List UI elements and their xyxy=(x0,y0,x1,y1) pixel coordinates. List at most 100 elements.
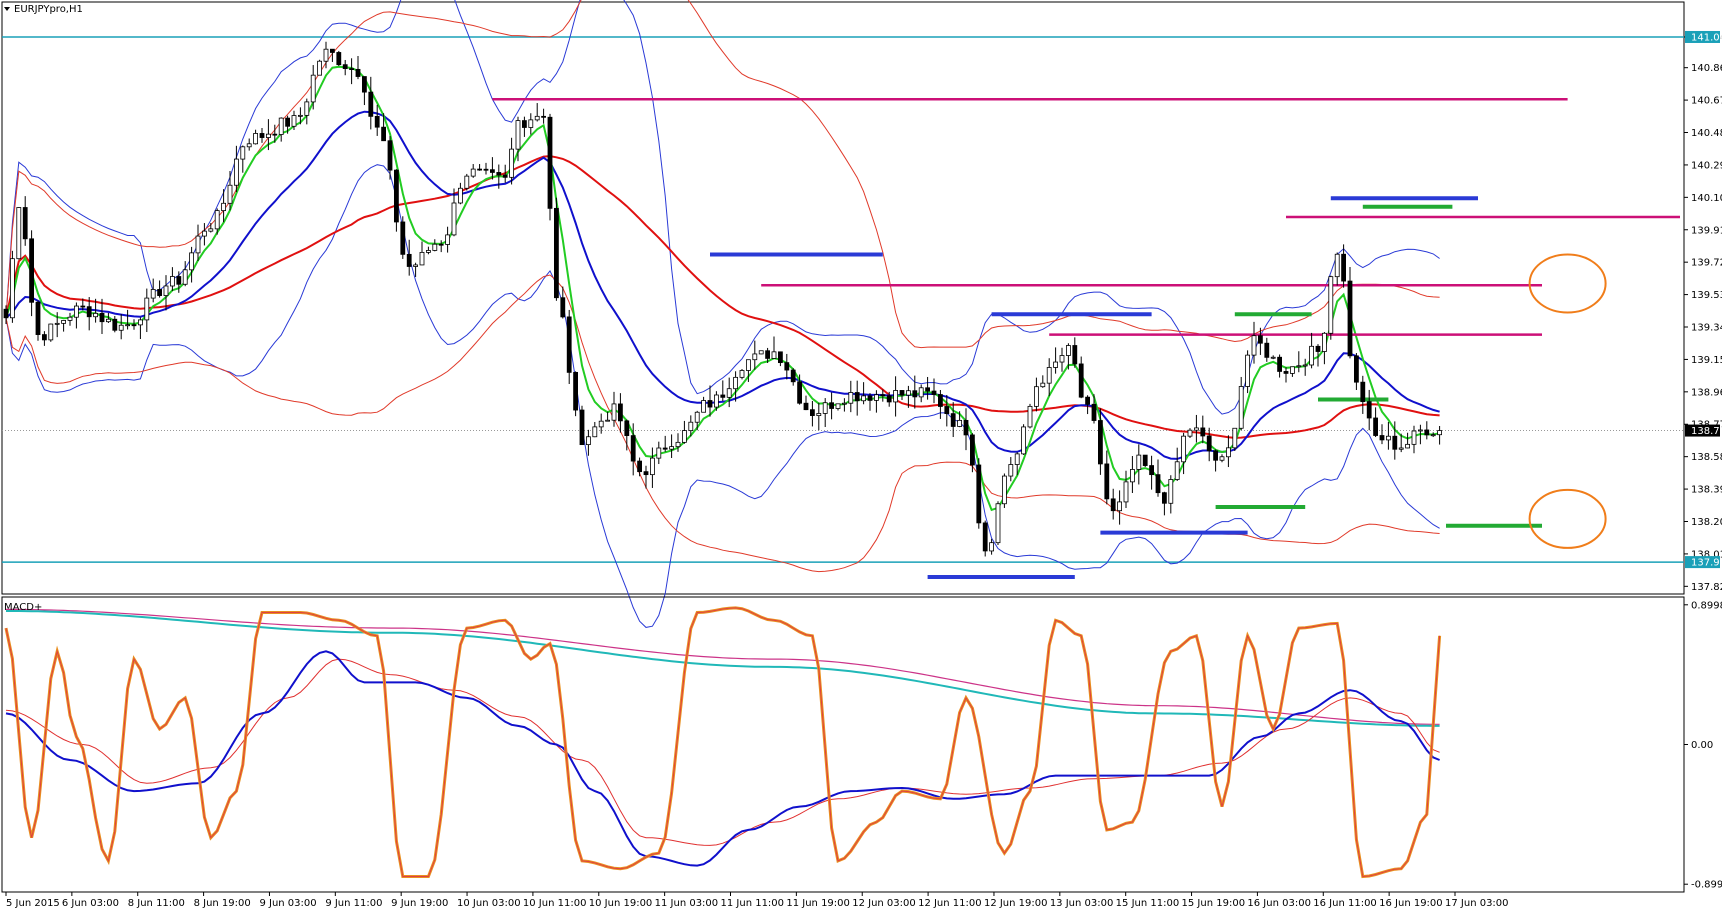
candle xyxy=(1117,490,1122,525)
bb-outer-upper-band xyxy=(5,0,1440,349)
y-tick-label: 139.535 xyxy=(1691,290,1722,301)
macd-slow-magenta-line xyxy=(6,608,1440,725)
candle-body xyxy=(112,318,118,331)
candle xyxy=(1430,432,1436,438)
candle-body xyxy=(944,406,950,415)
candle-body xyxy=(432,243,438,251)
candle xyxy=(778,351,783,367)
candle-body xyxy=(368,91,374,117)
candle xyxy=(1360,375,1366,414)
candle xyxy=(1322,332,1327,365)
candle-body xyxy=(650,457,655,476)
candle-body xyxy=(1430,434,1436,437)
candle xyxy=(1200,415,1206,444)
candle-body xyxy=(393,169,399,223)
candle-body xyxy=(470,168,476,177)
candle-body xyxy=(1322,332,1327,352)
candle xyxy=(1264,337,1270,362)
candle-body xyxy=(201,230,207,237)
y-tick-label: 140.295 xyxy=(1691,160,1722,171)
dropdown-triangle-icon[interactable] xyxy=(4,7,10,11)
candle-body xyxy=(528,119,534,128)
candle-body xyxy=(1200,427,1206,437)
candle-body xyxy=(208,228,214,232)
candle xyxy=(61,319,66,332)
candle-body xyxy=(989,542,994,552)
candle xyxy=(1008,457,1014,482)
candle-body xyxy=(758,350,764,355)
candle xyxy=(541,108,546,124)
candle xyxy=(810,401,815,427)
candle-body xyxy=(726,388,732,398)
candle-body xyxy=(752,353,758,361)
candle xyxy=(822,398,828,427)
candle-body xyxy=(618,403,623,422)
candle xyxy=(425,246,431,255)
candle-body xyxy=(886,395,892,403)
candle-body xyxy=(554,207,559,299)
candle xyxy=(899,390,905,400)
candle-body xyxy=(509,148,515,178)
candle-body xyxy=(963,419,969,436)
candle-body xyxy=(240,146,246,160)
candle xyxy=(1162,491,1167,516)
candle-body xyxy=(624,420,630,436)
current-price-label: 138.738 xyxy=(1691,426,1722,437)
candle-body xyxy=(605,419,610,422)
candle-body xyxy=(1238,386,1244,429)
x-tick-label: 16 Jun 03:00 xyxy=(1247,898,1311,909)
candle xyxy=(1424,421,1430,440)
candle-body xyxy=(1123,481,1129,503)
bb-upper-band xyxy=(5,0,1440,415)
candle-body xyxy=(1219,456,1225,461)
candle-body xyxy=(925,387,930,392)
y-tick-label: 140.675 xyxy=(1691,96,1722,107)
candle xyxy=(317,59,323,76)
candle xyxy=(1373,407,1378,438)
candle xyxy=(464,173,470,191)
candle-body xyxy=(42,334,47,341)
candle-body xyxy=(297,114,303,117)
candle xyxy=(848,380,854,413)
y-tick-label: 138.395 xyxy=(1691,485,1722,496)
candle-body xyxy=(1418,429,1423,432)
candle xyxy=(144,288,150,333)
candle-body xyxy=(285,117,291,127)
candle-body xyxy=(1168,479,1174,504)
candle xyxy=(1136,444,1142,485)
candle xyxy=(938,390,943,419)
candle xyxy=(1213,449,1218,472)
candle-body xyxy=(176,276,182,285)
candle xyxy=(637,457,642,477)
candle-body xyxy=(182,269,188,285)
candle xyxy=(816,402,822,431)
y-tick-label: 139.915 xyxy=(1691,225,1722,236)
candle-body xyxy=(272,133,278,136)
x-tick-label: 15 Jun 11:00 xyxy=(1116,898,1180,909)
y-tick-label: 140.485 xyxy=(1691,128,1722,139)
candle xyxy=(1309,332,1314,369)
candle-body xyxy=(1136,454,1142,470)
candle-body xyxy=(1283,371,1289,374)
candle xyxy=(483,162,489,175)
macd-signal-blue-line xyxy=(5,650,1440,867)
candle xyxy=(1085,395,1090,415)
candle xyxy=(867,393,873,411)
candle xyxy=(259,128,265,143)
candle-body xyxy=(1277,356,1282,372)
candle xyxy=(803,395,809,411)
candle-body xyxy=(522,120,527,128)
annotation-circle xyxy=(1528,488,1607,549)
candle-body xyxy=(157,289,163,296)
x-tick-label: 11 Jun 11:00 xyxy=(721,898,785,909)
candle-body xyxy=(656,447,662,459)
candle xyxy=(304,98,310,125)
candle-body xyxy=(1021,426,1026,455)
candle-body xyxy=(9,258,15,319)
candle-body xyxy=(1104,463,1110,500)
candle-body xyxy=(643,471,649,476)
candle xyxy=(1270,355,1276,360)
candle-body xyxy=(854,392,860,402)
candle xyxy=(125,309,130,330)
candle-body xyxy=(688,421,694,432)
